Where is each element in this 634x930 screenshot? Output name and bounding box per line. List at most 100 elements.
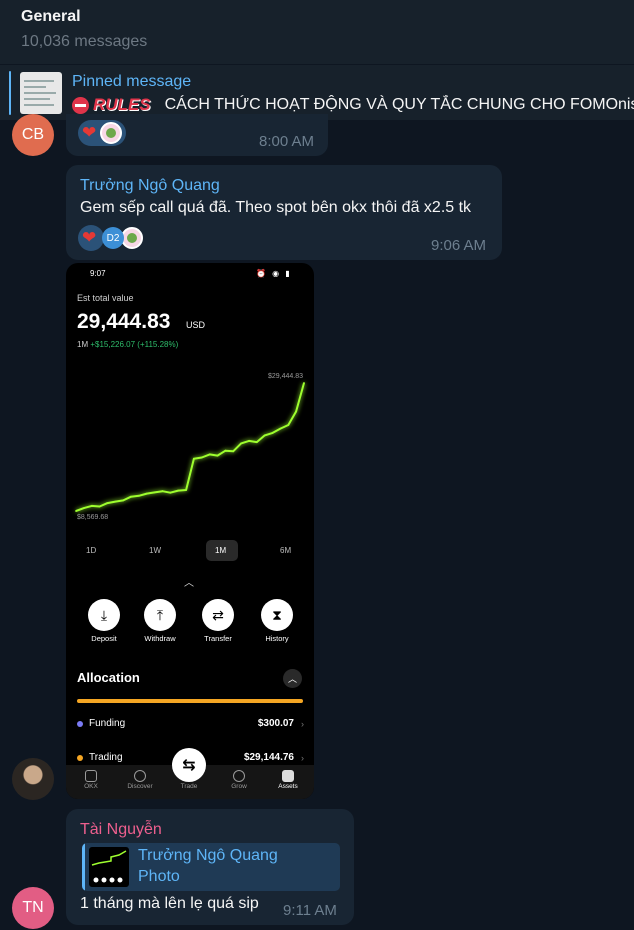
reply-thumbnail xyxy=(89,847,129,887)
reaction-bar[interactable]: ❤ xyxy=(78,120,127,146)
allocation-title: Allocation xyxy=(77,670,140,685)
discover-icon[interactable] xyxy=(134,770,146,782)
avatar-photo xyxy=(12,758,54,800)
chart-point xyxy=(138,494,140,497)
funding-label: Funding xyxy=(89,718,126,729)
chart-point xyxy=(255,441,258,443)
withdraw-icon[interactable]: ⤒ xyxy=(144,599,176,631)
chart-point xyxy=(240,442,243,445)
trading-label: Trading xyxy=(89,752,123,763)
range-6m[interactable]: 6M xyxy=(280,546,291,555)
transfer-label: Transfer xyxy=(204,634,232,643)
chart-point xyxy=(122,499,125,502)
history-label: History xyxy=(265,634,289,643)
rules-tag: RULES xyxy=(93,95,151,114)
chart-point xyxy=(161,490,164,493)
allocation-bar xyxy=(77,699,303,703)
trade-swap-icon[interactable]: ⇆ xyxy=(172,748,206,782)
chart-point xyxy=(232,450,235,453)
sender-name[interactable]: Tài Nguyễn xyxy=(80,821,162,839)
nav-okx[interactable]: OKX xyxy=(71,783,111,790)
assets-icon[interactable] xyxy=(282,770,294,782)
nav-discover[interactable]: Discover xyxy=(120,783,160,790)
nav-assets[interactable]: Assets xyxy=(268,783,308,790)
chart-point xyxy=(114,500,117,503)
chart-point xyxy=(130,495,132,498)
avatar[interactable] xyxy=(12,758,54,800)
chart-point xyxy=(279,427,282,430)
chart-point xyxy=(75,510,77,512)
trading-dot xyxy=(77,755,83,761)
chevron-right-icon[interactable]: › xyxy=(301,753,304,763)
pepe-sticker-icon xyxy=(121,227,143,249)
chart-point xyxy=(263,434,266,437)
chat-title: General xyxy=(21,8,81,25)
deposit-icon[interactable]: ⤓ xyxy=(88,599,120,631)
chart-point xyxy=(169,491,172,494)
total-value: 29,444.83 xyxy=(77,310,171,333)
value-chart xyxy=(75,382,305,512)
heart-reaction-icon: ❤ xyxy=(82,123,97,142)
chart-point xyxy=(248,440,250,442)
pinned-content: CÁCH THỨC HOẠT ĐỘNG VÀ QUY TẮC CHUNG CHO… xyxy=(164,96,634,113)
message-bubble[interactable]: ❤ 8:00 AM xyxy=(66,114,328,156)
nav-grow[interactable]: Grow xyxy=(219,783,259,790)
chart-point xyxy=(193,457,195,460)
chevron-up-icon[interactable]: ︿ xyxy=(283,669,302,688)
range-1m[interactable]: 1M xyxy=(215,546,226,555)
reply-preview[interactable]: Trưởng Ngô Quang Photo xyxy=(82,843,340,891)
heart-reaction-icon: ❤ xyxy=(82,228,97,247)
reaction-bar[interactable]: D2 xyxy=(102,225,143,251)
avatar[interactable]: TN xyxy=(12,887,54,929)
pinned-message-bar[interactable]: Pinned message RULES CÁCH THỨC HOẠT ĐỘNG… xyxy=(0,64,634,120)
chat-header[interactable]: General 10,036 messages xyxy=(0,0,634,64)
chart-point xyxy=(83,507,85,509)
history-icon[interactable]: ⧗ xyxy=(261,599,293,631)
pinned-text: RULES CÁCH THỨC HOẠT ĐỘNG VÀ QUY TẮC CHU… xyxy=(72,95,634,115)
funding-dot xyxy=(77,721,83,727)
range-1d[interactable]: 1D xyxy=(86,546,96,555)
chart-point xyxy=(271,432,274,434)
reply-thumbnail-chart xyxy=(91,850,127,883)
reply-sender: Trưởng Ngô Quang xyxy=(138,847,278,864)
chevron-right-icon[interactable]: › xyxy=(301,719,304,729)
total-value-label: Est total value xyxy=(77,293,134,303)
chart-point xyxy=(208,453,211,456)
message-time: 8:00 AM xyxy=(259,133,315,150)
chart-point xyxy=(145,492,148,495)
range-1w[interactable]: 1W xyxy=(149,546,161,555)
chart-point xyxy=(295,410,297,413)
grow-icon[interactable] xyxy=(233,770,245,782)
no-entry-icon xyxy=(72,96,89,114)
chart-point xyxy=(185,489,187,491)
avatar-initials: TN xyxy=(22,899,44,916)
phone-status-icons: ⏰ ◉ ▮ xyxy=(256,269,292,278)
withdraw-label: Withdraw xyxy=(144,634,176,643)
message-bubble[interactable]: Trưởng Ngô Quang Gem sếp call quá đã. Th… xyxy=(66,165,502,260)
message-count: 10,036 messages xyxy=(21,33,148,50)
chart-point xyxy=(303,382,305,384)
photo-message[interactable]: 9:07 ⏰ ◉ ▮ Est total value 29,444.83 USD… xyxy=(66,263,314,799)
chart-min-label: $8,569.68 xyxy=(77,514,109,521)
funding-value: $300.07 xyxy=(257,718,294,729)
collapse-caret-icon[interactable]: ︿ xyxy=(184,574,194,589)
chart-point xyxy=(153,491,156,494)
message-time: 9:11 AM xyxy=(283,902,337,919)
reaction-bar[interactable]: ❤ xyxy=(78,225,105,251)
chart-point xyxy=(177,489,180,492)
chart-point xyxy=(216,454,219,457)
chart-point xyxy=(287,424,290,426)
transfer-icon[interactable]: ⇄ xyxy=(202,599,234,631)
message-text: Gem sếp call quá đã. Theo spot bên okx t… xyxy=(80,199,472,216)
phone-status-time: 9:07 xyxy=(90,269,106,278)
okx-home-icon[interactable] xyxy=(85,770,97,782)
pepe-sticker-icon xyxy=(100,122,123,144)
sender-name[interactable]: Trưởng Ngô Quang xyxy=(80,177,220,195)
change-period: 1M xyxy=(77,340,89,349)
message-time: 9:06 AM xyxy=(431,237,487,254)
chart-point xyxy=(224,449,227,452)
avatar[interactable]: CB xyxy=(12,114,54,156)
avatar-initials: CB xyxy=(21,126,45,143)
reactor-avatar: D2 xyxy=(102,227,124,249)
nav-trade[interactable]: Trade xyxy=(169,783,209,790)
